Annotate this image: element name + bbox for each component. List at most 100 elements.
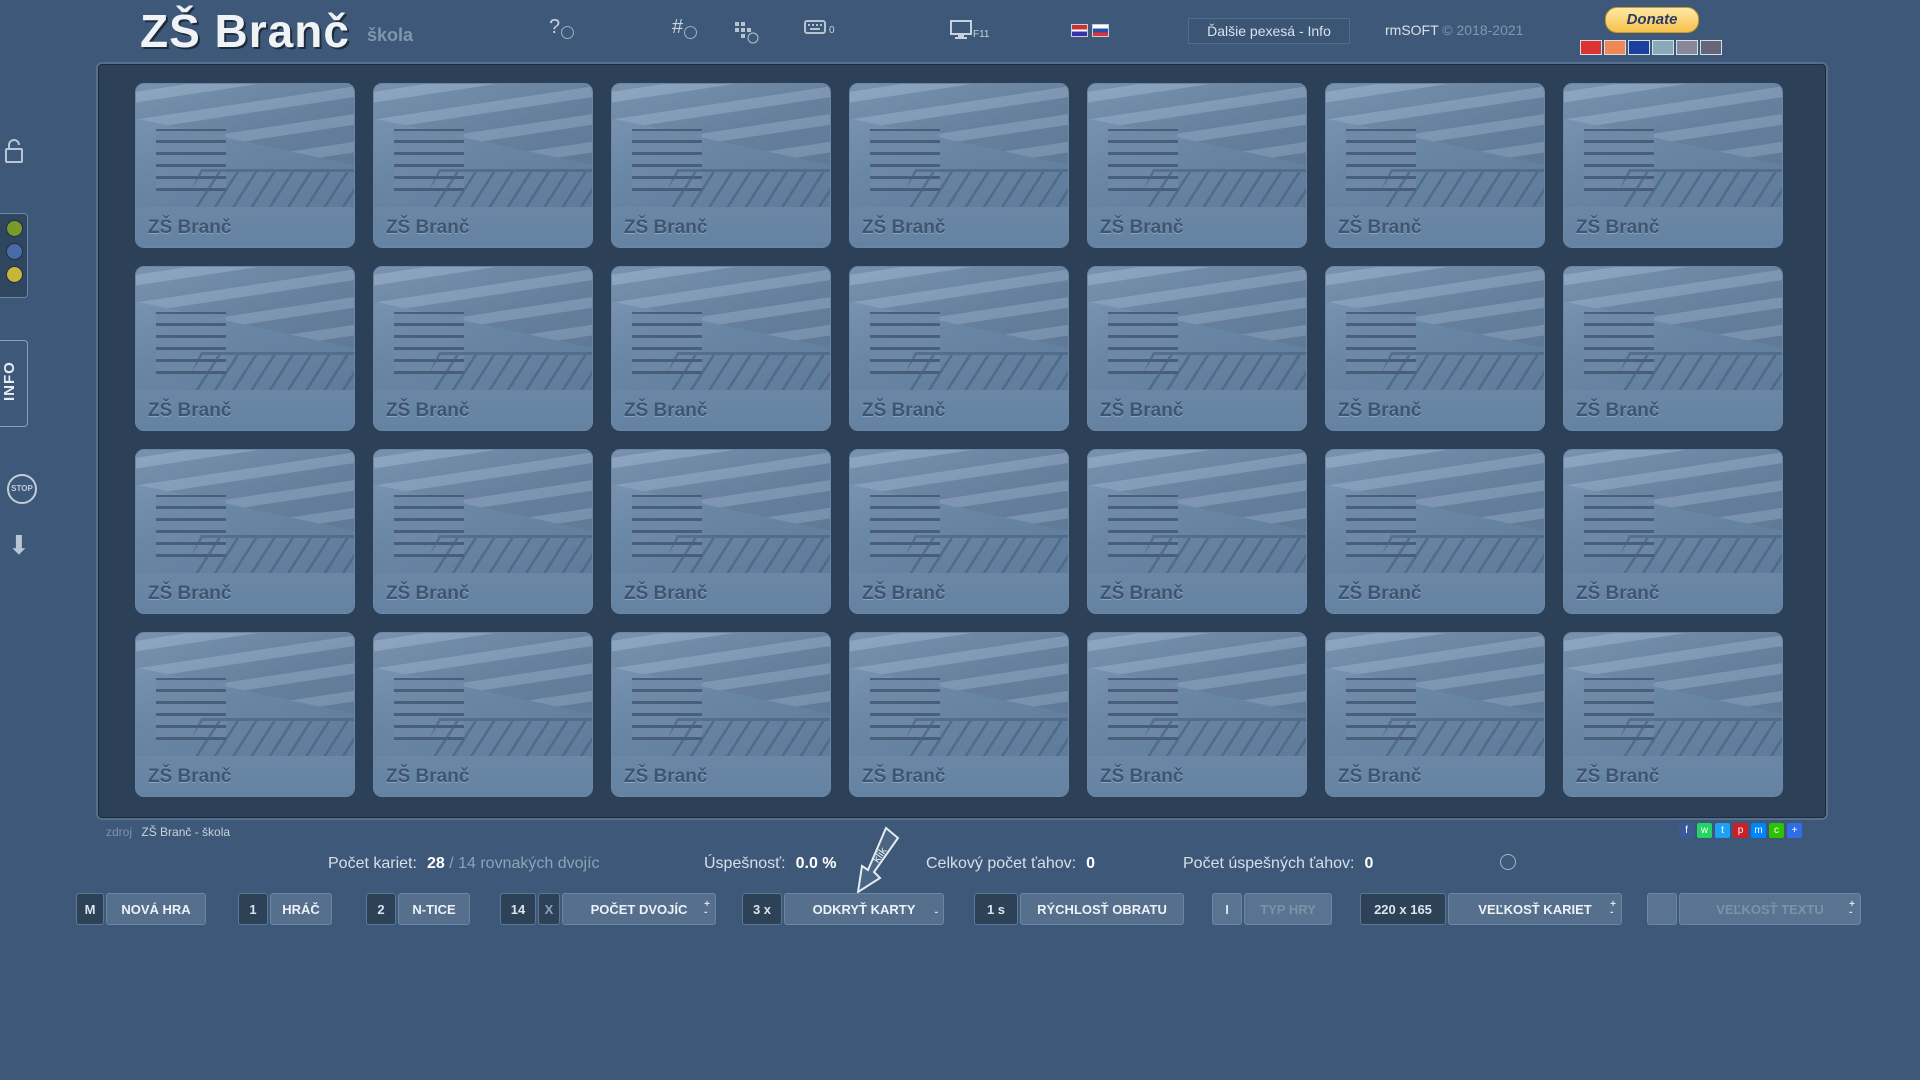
share-icon[interactable]: + <box>1787 823 1802 838</box>
card-desk <box>1608 352 1782 395</box>
pairs-label: rovnakých dvojíc <box>480 855 600 872</box>
monitor-icon[interactable]: F11 <box>950 20 990 40</box>
memory-card[interactable]: ZŠ Branč <box>849 83 1069 248</box>
memory-card[interactable]: ZŠ Branč <box>1563 632 1783 797</box>
memory-card[interactable]: ZŠ Branč <box>849 632 1069 797</box>
memory-card[interactable]: ZŠ Branč <box>373 632 593 797</box>
memory-card[interactable]: ZŠ Branč <box>1325 83 1545 248</box>
stop-icon[interactable]: STOP <box>7 474 37 504</box>
player-button[interactable]: HRÁČ <box>270 893 332 925</box>
memory-card[interactable]: ZŠ Branč <box>1563 266 1783 431</box>
twitter-icon[interactable]: t <box>1715 823 1730 838</box>
pairs-button[interactable]: POČET DVOJÍC + - <box>562 893 716 925</box>
memory-card[interactable]: ZŠ Branč <box>611 449 831 614</box>
text-size-button[interactable]: VEĽKOSŤ TEXTU + - <box>1679 893 1861 925</box>
new-game-key[interactable]: M <box>76 893 104 925</box>
card-size-button[interactable]: VEĽKOSŤ KARIET + - <box>1448 893 1622 925</box>
info-tab[interactable]: INFO <box>0 340 28 427</box>
reveal-key[interactable]: 3 x <box>742 893 782 925</box>
facebook-icon[interactable]: f <box>1679 823 1694 838</box>
hash-icon[interactable]: # <box>672 16 698 39</box>
card-label: ZŠ Branč <box>1100 217 1184 238</box>
memory-card[interactable]: ZŠ Branč <box>373 83 593 248</box>
card-label: ZŠ Branč <box>1100 583 1184 604</box>
download-icon[interactable]: ⬇ <box>8 530 30 561</box>
ntice-button[interactable]: N-TICE <box>398 893 470 925</box>
card-label: ZŠ Branč <box>862 400 946 421</box>
memory-card[interactable]: ZŠ Branč <box>611 632 831 797</box>
memory-card[interactable]: ZŠ Branč <box>373 266 593 431</box>
new-game-button[interactable]: NOVÁ HRA <box>106 893 206 925</box>
memory-card[interactable]: ZŠ Branč <box>373 449 593 614</box>
player-key[interactable]: 1 <box>238 893 268 925</box>
klik-arrow: klik <box>852 826 900 895</box>
help-icon[interactable]: ? <box>549 16 575 39</box>
memory-card[interactable]: ZŠ Branč <box>611 266 831 431</box>
card-desk <box>180 169 354 212</box>
more-games-button[interactable]: Ďalšie pexesá - Info <box>1188 18 1350 44</box>
card-desk <box>418 718 592 761</box>
pairs-x[interactable]: X <box>538 893 560 925</box>
card-label: ZŠ Branč <box>148 400 232 421</box>
text-size-stepper[interactable]: + - <box>1849 900 1855 918</box>
info-tab-label: INFO <box>1 361 18 401</box>
reveal-stepper[interactable]: - <box>935 901 938 918</box>
memory-card[interactable]: ZŠ Branč <box>1087 632 1307 797</box>
game-board: ZŠ Branč ZŠ Branč ZŠ Branč ZŠ Branč ZŠ Branč… <box>96 62 1828 820</box>
memory-card[interactable]: ZŠ Branč <box>135 632 355 797</box>
card-label: ZŠ Branč <box>386 583 470 604</box>
game-type-control: I TYP HRY <box>1212 893 1332 925</box>
memory-card[interactable]: ZŠ Branč <box>1087 449 1307 614</box>
keyboard-icon[interactable]: 0 <box>804 18 835 36</box>
memory-card[interactable]: ZŠ Branč <box>1563 83 1783 248</box>
memory-card[interactable]: ZŠ Branč <box>1087 266 1307 431</box>
text-size-key[interactable] <box>1647 893 1677 925</box>
color-dot-green[interactable] <box>6 220 23 237</box>
speed-key[interactable]: 1 s <box>974 893 1018 925</box>
memory-card[interactable]: ZŠ Branč <box>135 83 355 248</box>
app-title: ZŠ Branč <box>140 5 350 57</box>
card-label: ZŠ Branč <box>624 766 708 787</box>
cards-label: Počet kariet: <box>328 855 417 872</box>
card-size-key[interactable]: 220 x 165 <box>1360 893 1446 925</box>
memory-card[interactable]: ZŠ Branč <box>1563 449 1783 614</box>
color-dot-blue[interactable] <box>6 243 23 260</box>
memory-card[interactable]: ZŠ Branč <box>1087 83 1307 248</box>
clock-icon <box>1500 854 1516 870</box>
donate-button[interactable]: Donate <box>1605 7 1699 33</box>
color-dot-yellow[interactable] <box>6 266 23 283</box>
brand-link[interactable]: rmSOFT © 2018-2021 <box>1385 22 1523 38</box>
pairs-key[interactable]: 14 <box>500 893 536 925</box>
memory-card[interactable]: ZŠ Branč <box>611 83 831 248</box>
messenger-icon[interactable]: m <box>1751 823 1766 838</box>
memory-card[interactable]: ZŠ Branč <box>1325 449 1545 614</box>
success-label: Úspešnosť: <box>704 855 786 872</box>
memory-card[interactable]: ZŠ Branč <box>849 449 1069 614</box>
flag-en-icon[interactable] <box>1071 24 1088 37</box>
memory-card[interactable]: ZŠ Branč <box>849 266 1069 431</box>
reveal-button[interactable]: ODKRYŤ KARTY - <box>784 893 944 925</box>
card-size-stepper[interactable]: + - <box>1610 900 1616 918</box>
card-desk <box>656 535 830 578</box>
speed-button[interactable]: RÝCHLOSŤ OBRATU <box>1020 893 1184 925</box>
game-type-button[interactable]: TYP HRY <box>1244 893 1332 925</box>
player-control: 1 HRÁČ <box>238 893 332 925</box>
pinterest-icon[interactable]: p <box>1733 823 1748 838</box>
memory-card[interactable]: ZŠ Branč <box>135 266 355 431</box>
game-type-key[interactable]: I <box>1212 893 1242 925</box>
card-label: ZŠ Branč <box>148 583 232 604</box>
payment-cards <box>1580 40 1722 55</box>
flag-sk-icon[interactable] <box>1092 24 1109 37</box>
pairs-stepper[interactable]: + - <box>704 900 710 918</box>
text-size-control: VEĽKOSŤ TEXTU + - <box>1647 893 1861 925</box>
card-desk <box>1370 535 1544 578</box>
memory-card[interactable]: ZŠ Branč <box>135 449 355 614</box>
memory-card[interactable]: ZŠ Branč <box>1325 632 1545 797</box>
wechat-icon[interactable]: c <box>1769 823 1784 838</box>
grid-icon[interactable] <box>733 20 759 44</box>
lock-icon[interactable] <box>5 139 23 163</box>
whatsapp-icon[interactable]: w <box>1697 823 1712 838</box>
card-desk <box>1370 352 1544 395</box>
memory-card[interactable]: ZŠ Branč <box>1325 266 1545 431</box>
ntice-key[interactable]: 2 <box>366 893 396 925</box>
